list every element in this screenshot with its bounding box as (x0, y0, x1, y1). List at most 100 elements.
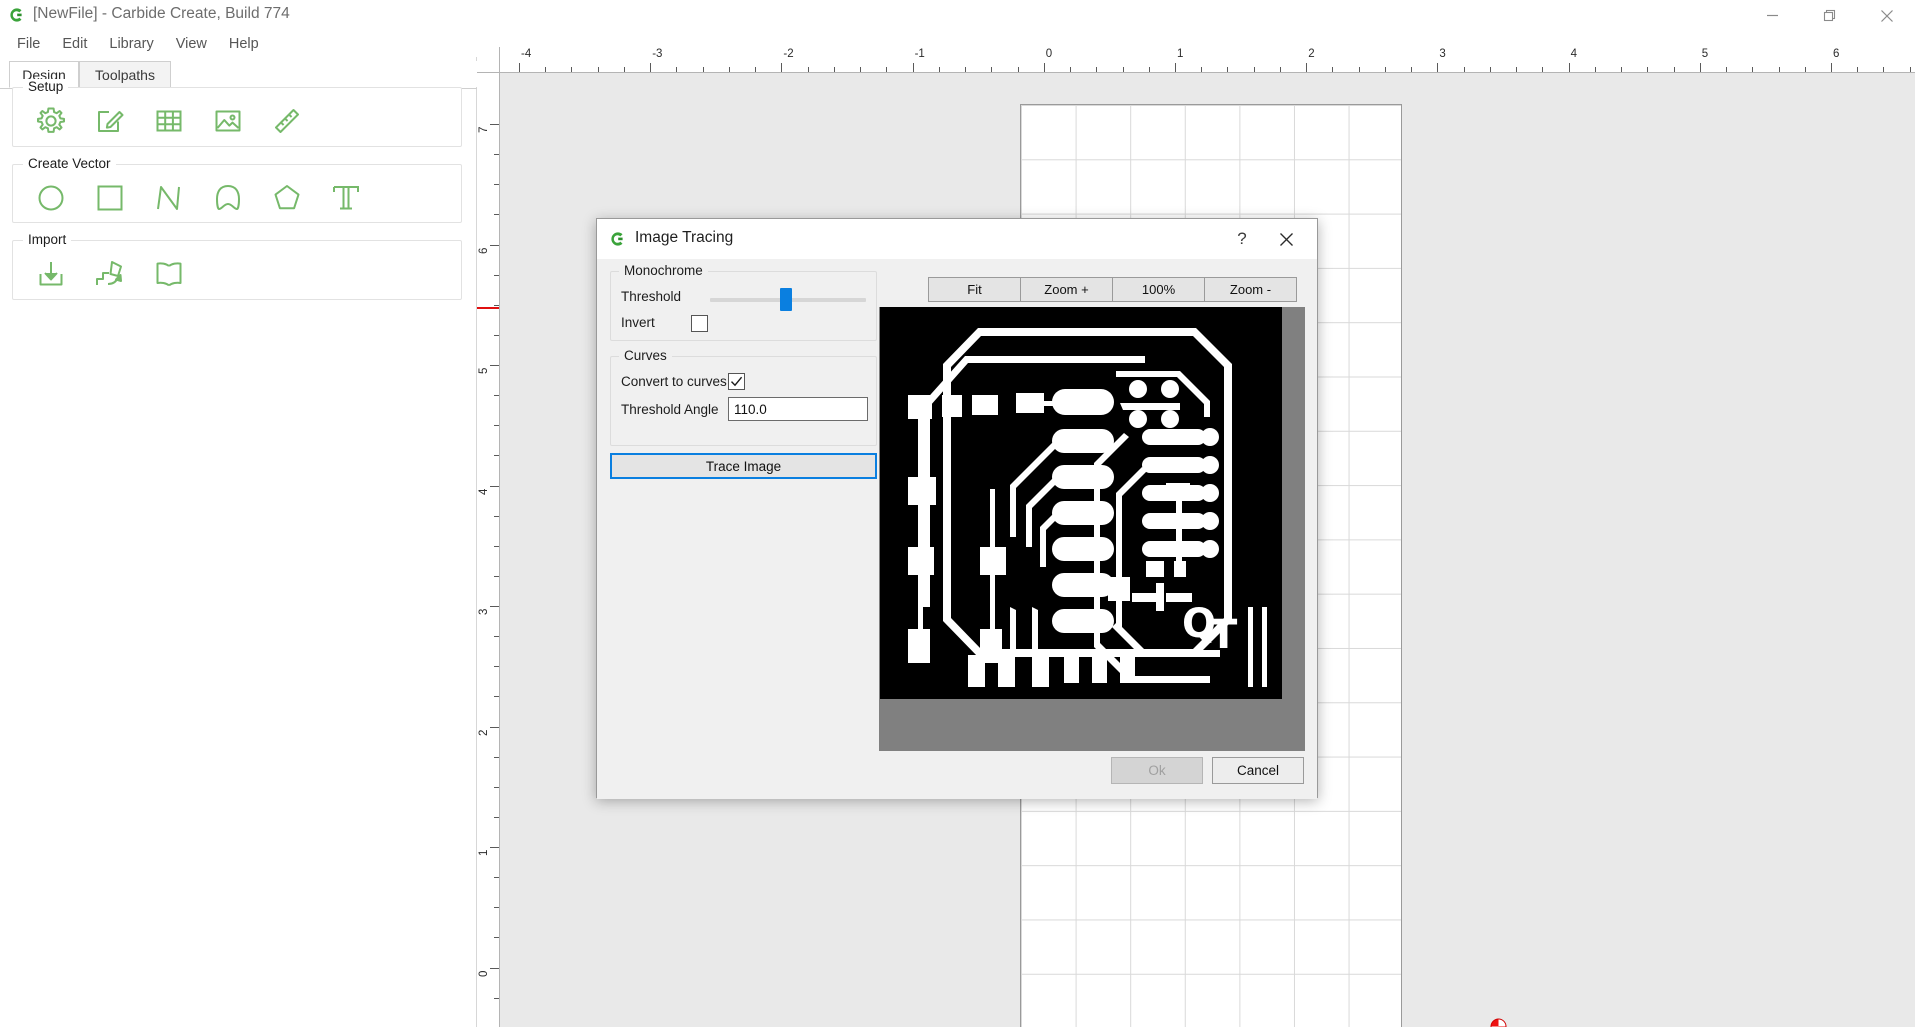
ruler-tick-minor (494, 455, 499, 457)
trace-preview-pane[interactable]: Q T (879, 307, 1305, 751)
ruler-label: 1 (1177, 48, 1184, 60)
ruler-tick-minor (1673, 67, 1675, 72)
ruler-tick-major (1831, 63, 1832, 72)
ruler-tick-minor (1594, 67, 1596, 72)
ruler-tick-minor (1201, 67, 1203, 72)
ruler-tick-minor (1909, 67, 1911, 72)
ok-button[interactable]: Ok (1111, 757, 1203, 784)
text-tool-button[interactable] (324, 176, 367, 219)
threshold-angle-input[interactable]: 110.0 (728, 397, 868, 421)
ruler-tick-minor (1384, 67, 1386, 72)
create-vector-group: Create Vector (12, 156, 462, 223)
origin-marker-icon (1490, 1018, 1507, 1027)
trace-image-button[interactable] (88, 252, 131, 295)
preview-zoom-toolbar: Fit Zoom + 100% Zoom - (928, 277, 1297, 302)
menu-edit[interactable]: Edit (51, 33, 98, 55)
ruler-tick-major (490, 726, 499, 728)
ruler-tick-minor (1411, 67, 1413, 72)
ruler-tick-minor (494, 636, 499, 638)
invert-checkbox[interactable] (691, 315, 708, 332)
monochrome-legend: Monochrome (619, 263, 708, 278)
ruler-tick-minor (494, 154, 499, 156)
ruler-label: 7 (478, 126, 490, 133)
threshold-slider-handle[interactable] (780, 288, 792, 311)
close-button[interactable] (1858, 0, 1915, 31)
polygon-tool-button[interactable] (265, 176, 308, 219)
ruler-tick-minor (494, 184, 499, 186)
ruler-label: 6 (1833, 48, 1840, 60)
grid-settings-button[interactable] (147, 99, 190, 142)
menu-view[interactable]: View (165, 33, 218, 55)
library-button[interactable] (147, 252, 190, 295)
zoom-fit-button[interactable]: Fit (928, 277, 1021, 302)
cancel-button[interactable]: Cancel (1212, 757, 1304, 784)
convert-to-curves-checkbox[interactable] (728, 373, 745, 390)
ruler-tick-major (519, 63, 520, 72)
ruler-tick-minor (494, 907, 499, 909)
ruler-label: 5 (1701, 48, 1709, 60)
dialog-help-button[interactable]: ? (1229, 228, 1255, 250)
window-title: [NewFile] - Carbide Create, Build 774 (33, 5, 290, 22)
carbide-logo-icon (608, 230, 626, 248)
window-controls (1744, 0, 1915, 31)
ruler-tick-minor (755, 67, 757, 72)
ruler-tick-minor (938, 67, 940, 72)
ruler-label: 6 (478, 247, 490, 254)
rectangle-tool-button[interactable] (88, 176, 131, 219)
zoom-in-button[interactable]: Zoom + (1020, 277, 1113, 302)
ruler-label: 1 (478, 849, 490, 856)
ruler-label: 2 (478, 729, 490, 736)
ruler-tick-major (490, 124, 499, 125)
ruler-tick-minor (1804, 67, 1806, 72)
minimize-button[interactable] (1744, 0, 1801, 31)
zoom-100-button[interactable]: 100% (1112, 277, 1205, 302)
ruler-tick-major (912, 63, 914, 72)
trace-image-action-button[interactable]: Trace Image (610, 453, 877, 479)
ruler-tick-minor (1253, 67, 1255, 72)
ruler-label: 5 (478, 367, 490, 374)
ruler-label: 0 (1045, 48, 1053, 60)
ruler-tick-minor (494, 545, 499, 547)
zoom-out-button[interactable]: Zoom - (1204, 277, 1297, 302)
measure-tool-button[interactable] (265, 99, 308, 142)
ruler-tick-minor (1122, 67, 1124, 72)
ruler-tick-major (490, 967, 499, 969)
threshold-angle-label: Threshold Angle (621, 402, 719, 417)
ruler-tick-minor (1096, 67, 1098, 72)
menu-library[interactable]: Library (98, 33, 164, 55)
tab-toolpaths[interactable]: Toolpaths (79, 61, 171, 88)
threshold-slider-track[interactable] (710, 288, 866, 311)
ruler-tick-minor (1778, 67, 1780, 72)
restore-button[interactable] (1801, 0, 1858, 31)
polyline-tool-button[interactable] (147, 176, 190, 219)
dialog-close-button[interactable] (1273, 228, 1299, 250)
menu-file[interactable]: File (6, 33, 51, 55)
title-bar: [NewFile] - Carbide Create, Build 774 (0, 0, 1915, 31)
menu-help[interactable]: Help (218, 33, 270, 55)
import-group-title: Import (23, 232, 72, 247)
dialog-title: Image Tracing (635, 229, 734, 246)
ruler-tick-major (1699, 63, 1701, 72)
background-image-button[interactable] (206, 99, 249, 142)
ruler-tick-minor (1358, 67, 1360, 72)
ruler-tick-minor (886, 67, 888, 72)
ruler-tick-minor (494, 877, 499, 879)
ruler-tick-minor (1752, 67, 1754, 72)
job-setup-button[interactable] (29, 99, 72, 142)
import-group: Import (12, 232, 462, 300)
edit-document-button[interactable] (88, 99, 131, 142)
ruler-tick-minor (860, 67, 862, 72)
ruler-tick-minor (494, 816, 499, 818)
circle-tool-button[interactable] (29, 176, 72, 219)
import-file-button[interactable] (29, 252, 72, 295)
ruler-tick-minor (702, 67, 704, 72)
ruler-tick-major (1306, 63, 1308, 72)
create-vector-icon-row (13, 165, 461, 230)
ruler-tick-minor (494, 997, 499, 999)
ruler-tick-minor (1463, 67, 1465, 72)
ruler-label: -4 (521, 48, 532, 60)
dialog-title-bar: Image Tracing ? (597, 219, 1317, 259)
ruler-tick-minor (807, 67, 809, 72)
curve-tool-button[interactable] (206, 176, 249, 219)
setup-group: Setup (12, 79, 462, 147)
